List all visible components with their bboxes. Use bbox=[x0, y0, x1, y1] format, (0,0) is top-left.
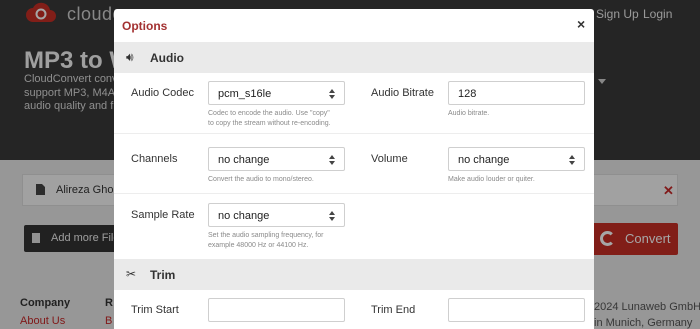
select-caret-icon bbox=[329, 154, 336, 166]
divider bbox=[114, 193, 594, 194]
select-caret-icon bbox=[329, 88, 336, 100]
volume-select[interactable]: no change bbox=[448, 147, 585, 171]
trim-section-header: ✂ Trim bbox=[114, 259, 594, 290]
audio-bitrate-value: 128 bbox=[458, 88, 477, 100]
modal-title: Options bbox=[122, 19, 168, 33]
audio-bitrate-label: Audio Bitrate bbox=[371, 87, 434, 99]
close-icon[interactable]: × bbox=[577, 16, 585, 32]
help-line: Set the audio sampling frequency, for bbox=[208, 232, 324, 239]
audio-codec-value: pcm_s16le bbox=[218, 88, 272, 100]
audio-codec-label: Audio Codec bbox=[131, 87, 194, 99]
trim-start-label: Trim Start bbox=[131, 304, 179, 316]
trim-start-input[interactable] bbox=[208, 298, 345, 322]
volume-icon: 🔊︎ bbox=[126, 50, 134, 64]
sample-rate-value: no change bbox=[218, 210, 270, 222]
channels-help: Convert the audio to mono/stereo. bbox=[208, 176, 314, 183]
sample-rate-label: Sample Rate bbox=[131, 209, 195, 221]
channels-select[interactable]: no change bbox=[208, 147, 345, 171]
trim-section-title: Trim bbox=[150, 268, 176, 282]
sample-rate-select[interactable]: no change bbox=[208, 203, 345, 227]
audio-codec-select[interactable]: pcm_s16le bbox=[208, 81, 345, 105]
volume-help: Make audio louder or quiter. bbox=[448, 176, 535, 183]
audio-section-header: 🔊︎ Audio bbox=[114, 42, 594, 73]
select-caret-icon bbox=[329, 210, 336, 222]
volume-label: Volume bbox=[371, 153, 408, 165]
audio-bitrate-input[interactable]: 128 bbox=[448, 81, 585, 105]
divider bbox=[114, 133, 594, 134]
scissors-icon: ✂ bbox=[126, 267, 137, 281]
audio-codec-help: Codec to encode the audio. Use "copy" to… bbox=[208, 109, 331, 129]
help-line: to copy the stream without re-encoding. bbox=[208, 120, 331, 127]
audio-bitrate-help: Audio bitrate. bbox=[448, 110, 490, 117]
channels-label: Channels bbox=[131, 153, 178, 165]
options-modal: Options × 🔊︎ Audio Audio Codec pcm_s16le… bbox=[114, 9, 594, 329]
select-caret-icon bbox=[569, 154, 576, 166]
help-line: example 48000 Hz or 44100 Hz. bbox=[208, 242, 309, 249]
volume-value: no change bbox=[458, 154, 510, 166]
sample-rate-help: Set the audio sampling frequency, for ex… bbox=[208, 231, 323, 251]
trim-end-input[interactable] bbox=[448, 298, 585, 322]
channels-value: no change bbox=[218, 154, 270, 166]
audio-section-title: Audio bbox=[150, 51, 184, 65]
help-line: Codec to encode the audio. Use "copy" bbox=[208, 110, 330, 117]
trim-end-label: Trim End bbox=[371, 304, 416, 316]
